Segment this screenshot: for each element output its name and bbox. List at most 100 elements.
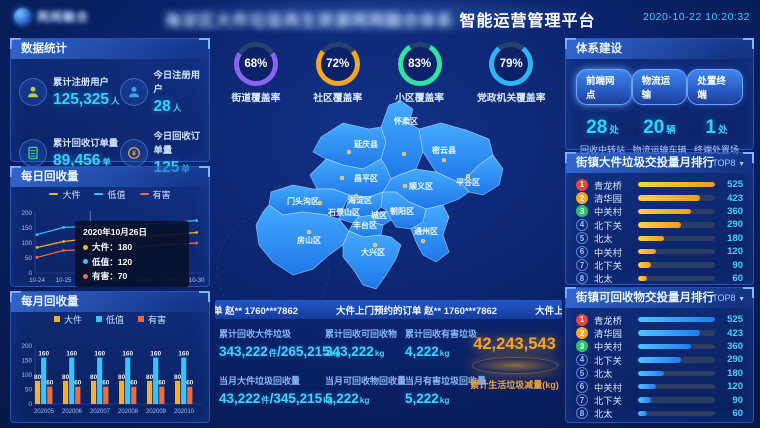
header: 两网融合 海淀区大件垃圾再生资源两网融合体系 智能运营管理平台 2020-10-… [0, 0, 760, 34]
legend-marker [94, 193, 103, 196]
district-label: 城区 [371, 210, 387, 220]
data-point [62, 249, 65, 252]
rank-value: 360 [715, 206, 743, 217]
ranking-large-title-text: 街镇大件垃圾交投量月排行 [576, 157, 714, 169]
rank-value: 120 [715, 381, 743, 392]
rank-value: 90 [715, 260, 743, 271]
data-point [195, 242, 198, 245]
top8-select[interactable]: TOP8 ▼ [712, 288, 745, 308]
logo-text: 两网融合 [37, 8, 89, 25]
tab-物流运输[interactable]: 物流运输 [632, 69, 688, 105]
bar-label: 160 [178, 351, 189, 358]
site-marker-dot [442, 158, 446, 162]
tab-前端网点[interactable]: 前端网点 [576, 69, 632, 105]
system-stat-unit: 处 [718, 125, 728, 136]
rank-name: 北太 [594, 271, 636, 285]
site-marker-dot [347, 150, 351, 154]
rank-bar-track [638, 236, 715, 242]
system-stats: 28处回收中转站20辆物流运输车辆1处终端处置场 [566, 105, 753, 156]
data-point [36, 233, 39, 236]
system-stat-number: 28 [586, 117, 607, 138]
summary-number: 343,222 [219, 344, 268, 359]
rank-bar-track [638, 182, 715, 188]
stat-label: 今日回收订单量 [154, 128, 203, 156]
data-point [195, 219, 198, 222]
gauge-ring: 83% [398, 42, 442, 86]
summary-col-recyclable: 累计回收可回收物343,222kg当月可回收物回收量5,222kg [325, 327, 406, 421]
ranking-row: 5北太180 [576, 232, 743, 245]
bar [159, 387, 164, 404]
rank-badge: 3 [576, 205, 588, 217]
bar-label: 80 [174, 374, 182, 381]
rank-name: 北太 [594, 231, 636, 245]
rank-badge: 7 [576, 259, 588, 271]
summary-unit: 件 [269, 348, 277, 358]
rank-bar-fill [638, 384, 656, 390]
bar-label: 60 [186, 380, 194, 387]
ranking-row: 2清华园423 [576, 191, 743, 204]
rank-badge: 6 [576, 381, 588, 393]
gauge-ring: 72% [316, 42, 360, 86]
rank-bar-track [638, 222, 715, 228]
tooltip-row: 低值：120 [83, 256, 181, 268]
x-tick: 202007 [90, 409, 111, 415]
gauge: 79%党政机关覆盖率 [477, 42, 546, 104]
rank-badge: 4 [576, 354, 588, 366]
y-tick: 0 [28, 270, 32, 277]
x-tick: 10-30 [189, 277, 205, 284]
site-marker-dot [403, 184, 407, 188]
legend-item: 有害 [138, 313, 166, 326]
rank-bar-track [638, 262, 715, 268]
district-label: 大兴区 [361, 247, 385, 257]
summary-label: 累计回收可回收物 [325, 327, 406, 340]
site-marker-dot [307, 230, 311, 234]
tooltip-text: 有害：70 [92, 270, 127, 282]
ranking-row: 7北下关90 [576, 393, 743, 406]
site-marker-dot [340, 176, 344, 180]
stat-text: 累计注册用户125,325人 [53, 74, 120, 109]
rank-bar-fill [638, 262, 651, 268]
gauge-percent: 83% [398, 42, 442, 86]
system-stat-unit: 处 [609, 125, 619, 136]
rank-badge: 8 [576, 407, 588, 419]
user-icon [120, 78, 148, 106]
rank-bar-fill [638, 344, 691, 350]
district-daxing[interactable] [343, 231, 401, 289]
bar [175, 381, 180, 404]
district-label: 昌平区 [354, 173, 378, 183]
rank-bar-fill [638, 209, 691, 215]
coverage-gauges: 68%街道覆盖率72%社区覆盖率83%小区覆盖率79%党政机关覆盖率 [215, 42, 562, 104]
ticker-item: 大件上门预约的订单 赵** 1760***7862 [336, 303, 497, 317]
y-tick: 150 [21, 225, 32, 232]
order-icon [25, 145, 41, 161]
tab-处置终端[interactable]: 处置终端 [687, 69, 743, 105]
top8-select[interactable]: TOP8 ▼ [712, 153, 745, 173]
rank-value: 290 [715, 354, 743, 365]
system-stat: 20辆物流运输车辆 [632, 117, 686, 156]
bar-label: 80 [146, 374, 154, 381]
district-huairou[interactable] [381, 101, 423, 179]
summary-col-large: 累计回收大件垃圾343,222件/265,215kg当月大件垃圾回收量43,22… [219, 327, 340, 421]
ranking-row: 3中关村360 [576, 340, 743, 353]
rank-bar-fill [638, 236, 664, 242]
rank-value: 423 [715, 328, 743, 339]
summary-stats: 累计回收大件垃圾343,222件/265,215kg当月大件垃圾回收量43,22… [215, 327, 562, 425]
rank-badge: 2 [576, 192, 588, 204]
bar-label: 60 [74, 380, 82, 387]
bar-label: 160 [38, 351, 49, 358]
bar-label: 160 [66, 351, 77, 358]
summary-number: 343,222 [325, 344, 374, 359]
rank-name: 北下关 [594, 393, 636, 407]
stat-label: 今日注册用户 [154, 67, 203, 95]
data-point [36, 256, 39, 259]
page-title-prefix-redacted: 海淀区大件垃圾再生资源两网融合体系 [164, 7, 453, 31]
site-marker-dot [354, 194, 358, 198]
district-label: 密云县 [431, 145, 456, 155]
rank-name: 中关村 [594, 339, 636, 353]
ticker-item: 大件上门预约的订单 赵** 1760***7862 [535, 303, 562, 317]
panel-monthly-chart: 每月回收量 大件低值有害 050100150200202005202006202… [10, 291, 210, 423]
legend-marker [138, 316, 144, 322]
panel-ranking-recyclable: 街镇可回收物交投量月排行 TOP8 ▼ 1青龙桥5252清华园4233中关村36… [565, 287, 754, 423]
bar [131, 387, 136, 404]
rank-value: 60 [715, 273, 743, 284]
